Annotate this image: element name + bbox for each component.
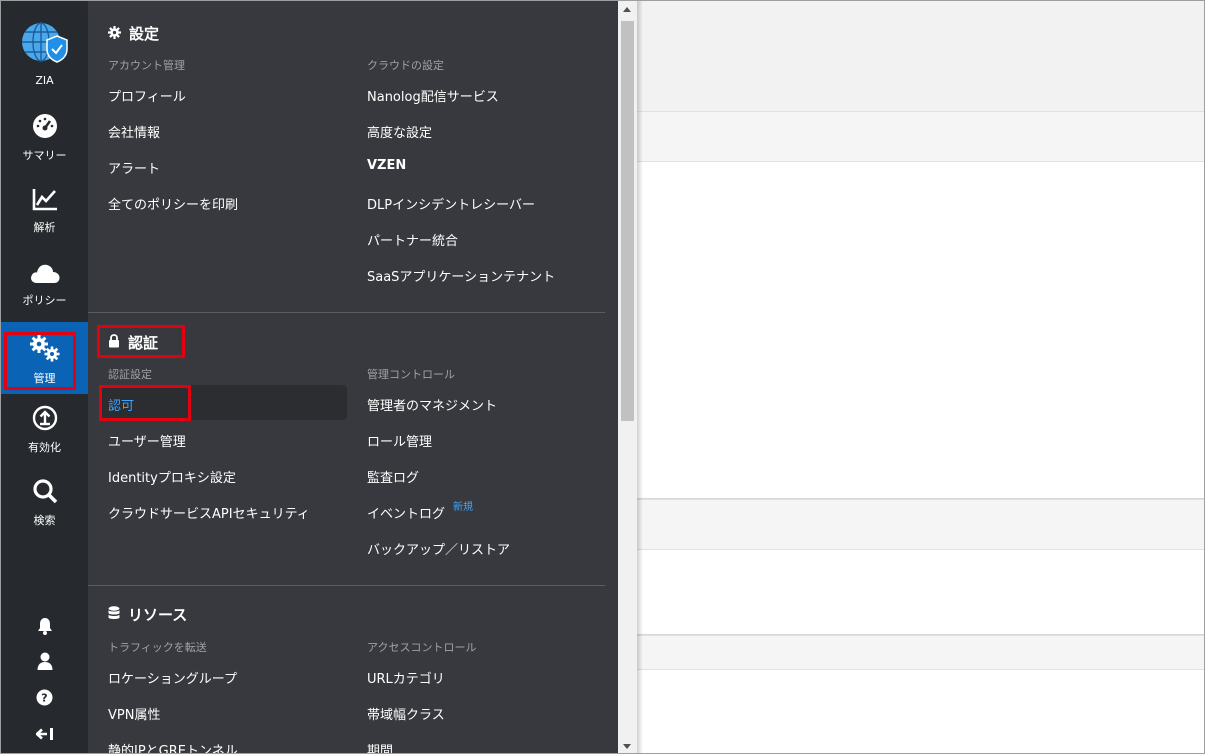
menu-item-backup-restore[interactable]: バックアップ／リストア <box>367 539 510 558</box>
scroll-up-arrow-icon[interactable] <box>623 7 631 12</box>
database-icon <box>108 605 128 624</box>
scroll-down-arrow-icon[interactable] <box>623 744 631 749</box>
menu-item-dlp-receiver[interactable]: DLPインシデントレシーバー <box>367 194 535 213</box>
menu-item-vpn-attributes[interactable]: VPN属性 <box>108 704 160 723</box>
scrollbar-thumb[interactable] <box>621 21 634 421</box>
subheader-traffic-forwarding: トラフィックを転送 <box>108 641 207 654</box>
help-button[interactable]: ? <box>1 689 88 710</box>
search-icon <box>32 478 58 508</box>
globe-shield-icon <box>20 20 70 70</box>
menu-item-vzen[interactable]: VZEN <box>367 158 406 173</box>
notifications-button[interactable] <box>1 617 88 639</box>
section-divider <box>88 585 605 586</box>
bg-section-header <box>637 111 1204 162</box>
menu-shadow <box>637 1 643 753</box>
bg-section-header <box>637 499 1204 550</box>
nav-summary[interactable]: サマリー <box>1 101 88 171</box>
subheader-admin-control: 管理コントロール <box>367 368 455 381</box>
help-icon: ? <box>36 689 53 710</box>
cloud-icon <box>29 262 61 288</box>
nav-search[interactable]: 検索 <box>1 466 88 536</box>
upload-circle-icon <box>32 405 58 435</box>
nav-policy[interactable]: ポリシー <box>1 246 88 316</box>
menu-item-time-intervals[interactable]: 期間 <box>367 740 393 753</box>
logout-button[interactable] <box>1 726 88 745</box>
event-log-label: イベントログ <box>367 507 446 522</box>
menu-item-identity-proxy[interactable]: Identityプロキシ設定 <box>108 467 236 486</box>
menu-item-bandwidth-classes[interactable]: 帯域幅クラス <box>367 704 445 723</box>
gear-icon <box>108 25 129 43</box>
menu-item-cloud-api-security[interactable]: クラウドサービスAPIセキュリティ <box>108 503 310 522</box>
bg-panel <box>637 549 1204 635</box>
settings-title-text: 設定 <box>129 25 160 43</box>
section-divider <box>88 312 605 313</box>
menu-item-saas-tenant[interactable]: SaaSアプリケーションテナント <box>367 266 555 285</box>
nav-search-label: 検索 <box>33 514 56 527</box>
menu-item-url-categories[interactable]: URLカテゴリ <box>367 668 445 687</box>
nav-analytics[interactable]: 解析 <box>1 173 88 243</box>
admin-flyout-menu: 設定 アカウント管理 プロフィール 会社情報 アラート 全てのポリシーを印刷 ク… <box>88 1 618 753</box>
subheader-access-control: アクセスコントロール <box>367 641 477 654</box>
menu-item-profile[interactable]: プロフィール <box>108 86 186 105</box>
nav-zia[interactable]: ZIA <box>1 20 88 95</box>
bg-section-header <box>637 635 1204 670</box>
section-title-settings: 設定 <box>108 23 159 44</box>
menu-item-nanolog[interactable]: Nanolog配信サービス <box>367 86 499 105</box>
menu-item-advanced-settings[interactable]: 高度な設定 <box>367 122 432 141</box>
user-icon <box>37 652 53 674</box>
line-chart-icon <box>32 187 58 215</box>
left-nav-rail: ZIA サマリー 解析 ポリシー 管理 有効化 検索 ? <box>1 1 88 753</box>
menu-item-admin-management[interactable]: 管理者のマネジメント <box>367 395 497 414</box>
menu-item-user-management[interactable]: ユーザー管理 <box>108 431 186 450</box>
authorization-highlight-box <box>99 385 191 421</box>
app-window: ZIA サマリー 解析 ポリシー 管理 有効化 検索 ? 設定 アカウント管理 … <box>0 0 1205 754</box>
bell-icon <box>37 617 53 639</box>
new-badge: 新規 <box>453 502 474 513</box>
svg-text:?: ? <box>41 692 47 705</box>
nav-analytics-label: 解析 <box>33 221 56 234</box>
subheader-account-management: アカウント管理 <box>108 59 185 72</box>
resources-title-text: リソース <box>128 606 188 624</box>
menu-item-alerts[interactable]: アラート <box>108 158 160 177</box>
menu-scrollbar[interactable] <box>618 1 637 753</box>
menu-item-role-management[interactable]: ロール管理 <box>367 431 432 450</box>
subheader-auth-settings: 認証設定 <box>108 368 152 381</box>
section-title-resources: リソース <box>108 604 187 625</box>
menu-item-company-info[interactable]: 会社情報 <box>108 122 160 141</box>
auth-title-highlight-box <box>97 325 185 358</box>
menu-item-audit-log[interactable]: 監査ログ <box>367 467 419 486</box>
subheader-cloud-settings: クラウドの設定 <box>367 59 444 72</box>
nav-activation-label: 有効化 <box>28 441 61 454</box>
nav-activation[interactable]: 有効化 <box>1 393 88 463</box>
admin-highlight-box <box>4 332 76 390</box>
background-content <box>637 1 1204 753</box>
menu-item-event-log[interactable]: イベントログ 新規 <box>367 502 474 522</box>
menu-item-location-groups[interactable]: ロケーショングループ <box>108 668 237 687</box>
menu-item-partner-integration[interactable]: パートナー統合 <box>367 230 458 249</box>
logout-icon <box>34 726 54 745</box>
bg-panel <box>637 669 1204 753</box>
nav-summary-label: サマリー <box>22 149 67 162</box>
menu-item-print-policies[interactable]: 全てのポリシーを印刷 <box>108 194 238 213</box>
dashboard-gauge-icon <box>32 113 58 143</box>
nav-zia-label: ZIA <box>35 74 54 87</box>
nav-policy-label: ポリシー <box>22 294 67 307</box>
bg-panel <box>637 161 1204 499</box>
menu-item-static-ip-gre[interactable]: 静的IPとGREトンネル <box>108 740 238 753</box>
account-button[interactable] <box>1 652 88 674</box>
